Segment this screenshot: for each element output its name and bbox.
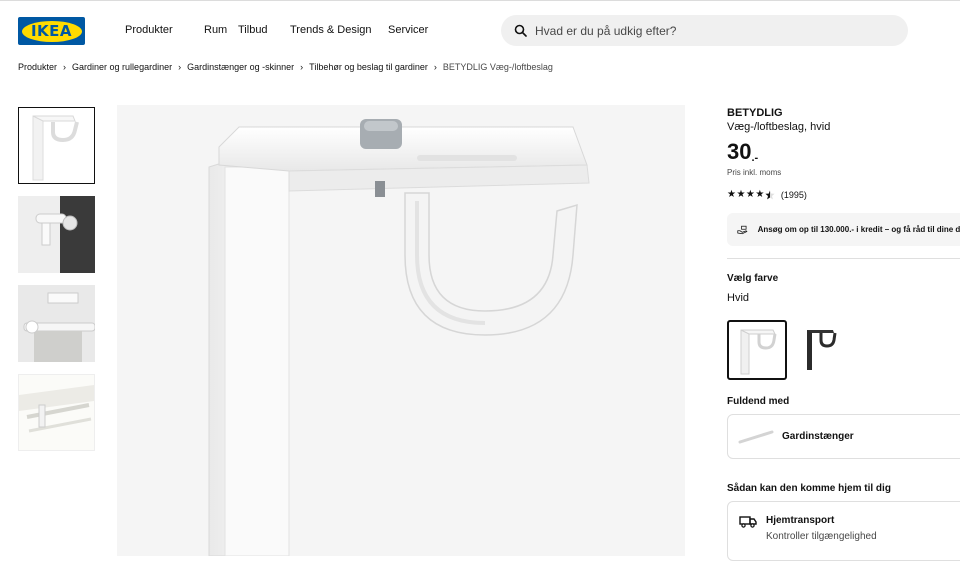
search-bar[interactable]: Hvad er du på udkig efter? [501,15,908,46]
nav-item-servicer[interactable]: Servicer [388,24,428,36]
product-name: BETYDLIG [727,107,783,119]
delivery-availability-link[interactable]: Kontroller tilgængelighed [766,531,877,542]
search-icon [514,24,527,37]
ikea-logo[interactable]: IKEA [18,17,85,45]
product-price: 30.- [727,139,758,165]
chevron-right-icon: › [178,62,182,72]
star-rating-icon: ★★★★ [727,189,765,200]
color-label: Vælg farve [727,273,779,284]
product-main-image [117,105,685,556]
divider [727,258,960,259]
truck-icon [739,516,757,528]
thumbnail-4[interactable] [18,374,95,451]
complete-with-card[interactable]: Gardinstænger [727,414,960,459]
complete-label: Fuldend med [727,396,790,407]
nav-item-tilbud[interactable]: Tilbud [238,24,268,36]
price-note: Pris inkl. moms [727,168,782,177]
search-input[interactable]: Hvad er du på udkig efter? [535,24,676,38]
breadcrumb-current: BETYDLIG Væg-/loftbeslag [442,62,553,72]
nav-item-rum[interactable]: Rum [204,24,227,36]
price-value: 30 [727,139,752,164]
color-value: Hvid [727,292,750,304]
delivery-card[interactable]: Hjemtransport Kontroller tilgængelighed [727,501,960,561]
thumbnail-1[interactable] [18,107,95,184]
color-swatch-white[interactable] [727,320,787,380]
chevron-right-icon: › [300,62,304,72]
curtain-rod-image [738,430,774,444]
thumbnail-2[interactable] [18,196,95,273]
product-description: Væg-/loftbeslag, hvid [727,121,831,133]
color-swatch-black[interactable] [799,320,859,380]
thumbnail-3[interactable] [18,285,95,362]
breadcrumb: Produkter › Gardiner og rullegardiner › Gard… [18,62,553,72]
chevron-right-icon: › [433,62,437,72]
price-suffix: .- [751,152,759,164]
breadcrumb-item[interactable]: Tilbehør og beslag til gardiner [309,62,428,72]
nav-item-produkter[interactable]: Produkter [125,24,173,36]
review-count: (1995) [780,189,807,200]
logo-text: IKEA [21,20,82,42]
nav-item-trends-design[interactable]: Trends & Design [290,24,372,36]
rating[interactable]: ★★★★ (1995) [727,189,807,200]
breadcrumb-item[interactable]: Gardiner og rullegardiner [72,62,172,72]
credit-banner[interactable]: Ansøg om op til 130.000.- i kredit – og … [727,213,960,246]
hand-money-icon [737,225,748,234]
top-border [0,0,960,1]
delivery-title: Hjemtransport [766,515,835,526]
credit-text: Ansøg om op til 130.000.- i kredit – og … [757,225,960,234]
breadcrumb-item[interactable]: Gardinstænger og -skinner [187,62,294,72]
chevron-right-icon: › [63,62,67,72]
delivery-label: Sådan kan den komme hjem til dig [727,483,891,494]
complete-item-name: Gardinstænger [782,431,854,442]
breadcrumb-item[interactable]: Produkter [18,62,57,72]
half-star-icon [765,190,775,199]
